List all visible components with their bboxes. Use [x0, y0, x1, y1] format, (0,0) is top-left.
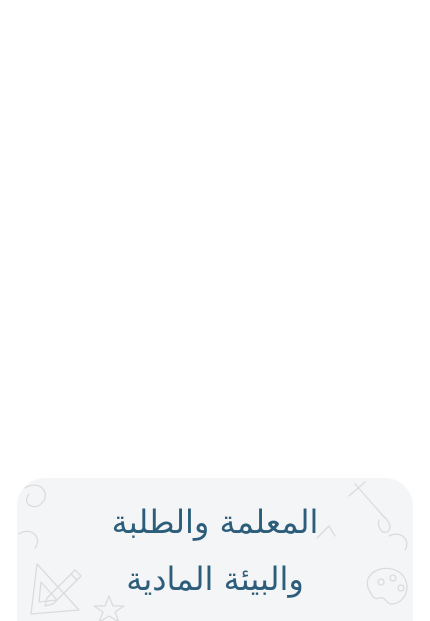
screen: المعلمة والطلبة والبيئة المادية	[0, 0, 430, 621]
card-title-line-1: المعلمة والطلبة	[111, 503, 319, 541]
topic-card[interactable]: المعلمة والطلبة والبيئة المادية	[17, 478, 413, 621]
card-title: المعلمة والطلبة والبيئة المادية	[17, 494, 413, 608]
card-title-line-2: والبيئة المادية	[126, 560, 304, 598]
